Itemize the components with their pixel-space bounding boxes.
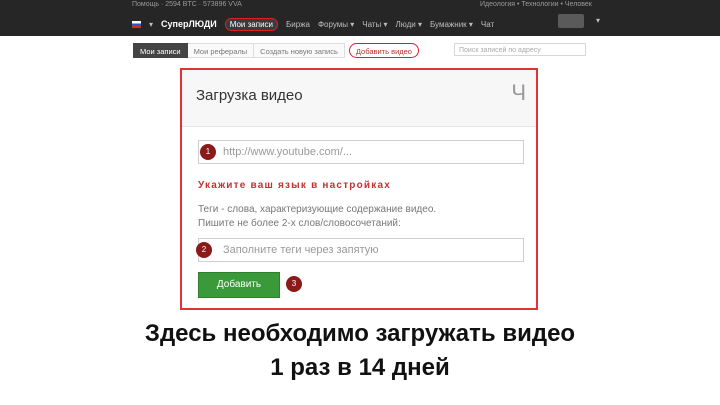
top-links[interactable]: Идеология • Технологии • Человек: [480, 1, 592, 8]
brand-logo[interactable]: СуперЛЮДИ: [161, 19, 217, 29]
avatar[interactable]: [558, 14, 584, 28]
step-badge-3: 3: [286, 276, 302, 292]
nav-item-people[interactable]: Люди ▾: [396, 20, 422, 29]
tab-add-video[interactable]: Добавить видео: [348, 43, 419, 58]
caption-line-1: Здесь необходимо загружать видео: [144, 320, 576, 347]
main-nav: ▾ СуперЛЮДИ Мои записи Биржа Форумы ▾ Ча…: [132, 15, 600, 33]
tags-description-line2: Пишите не более 2-х слов/словосочетаний:: [198, 218, 401, 229]
nav-item-my-posts[interactable]: Мои записи: [224, 17, 278, 31]
close-icon[interactable]: Ч: [511, 82, 526, 104]
step-badge-1: 1: [200, 144, 216, 160]
modal-header: Загрузка видео Ч: [182, 70, 536, 127]
tags-input[interactable]: Заполните теги через запятую: [198, 238, 524, 262]
tab-my-referrals[interactable]: Мои рефералы: [187, 43, 255, 58]
flag-icon[interactable]: [132, 20, 141, 28]
top-stats: Помощь · 2594 BTC · 573896 VVA: [132, 1, 242, 8]
nav-item-forums[interactable]: Форумы ▾: [318, 20, 354, 29]
chevron-down-icon[interactable]: ▾: [149, 20, 153, 29]
upload-video-modal: Загрузка видео Ч http://www.youtube.com/…: [180, 68, 538, 310]
tags-description-line1: Теги - слова, характеризующие содержание…: [198, 204, 437, 215]
nav-item-exchange[interactable]: Биржа: [286, 20, 310, 29]
tab-create-post[interactable]: Создать новую запись: [254, 43, 345, 58]
sub-tabs: Мои записи Мои рефералы Создать новую за…: [133, 43, 419, 58]
modal-title: Загрузка видео: [196, 87, 303, 104]
top-bar: Помощь · 2594 BTC · 573896 VVA Идеология…: [0, 0, 720, 36]
tab-my-posts[interactable]: Мои записи: [133, 43, 188, 58]
nav-item-chat[interactable]: Чат: [481, 20, 494, 29]
tags-description: Теги - слова, характеризующие содержание…: [198, 203, 436, 231]
caption-line-2: 1 раз в 14 дней: [270, 354, 450, 381]
add-video-button[interactable]: Добавить: [198, 272, 280, 298]
nav-item-wallet[interactable]: Бумажник ▾: [430, 20, 473, 29]
search-input[interactable]: Поиск записей по адресу: [454, 43, 586, 56]
nav-item-chats[interactable]: Чаты ▾: [362, 20, 387, 29]
user-menu-chevron-icon[interactable]: ▾: [596, 16, 600, 25]
language-warning: Укажите ваш язык в настройках: [198, 180, 391, 191]
video-url-input[interactable]: http://www.youtube.com/...: [198, 140, 524, 164]
step-badge-2: 2: [196, 242, 212, 258]
